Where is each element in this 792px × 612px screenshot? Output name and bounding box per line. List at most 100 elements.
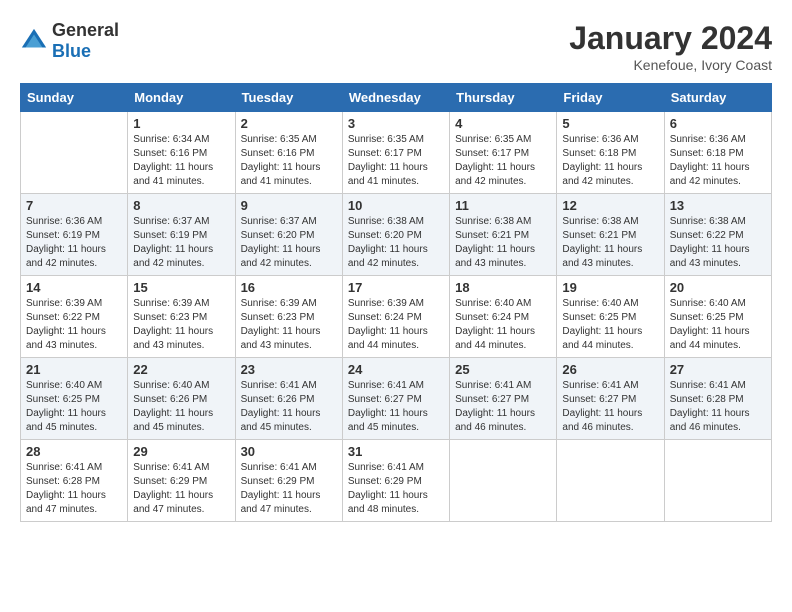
location-subtitle: Kenefoue, Ivory Coast — [569, 57, 772, 73]
day-info: Sunrise: 6:39 AMSunset: 6:24 PMDaylight:… — [348, 297, 444, 353]
day-number: 1 — [133, 116, 229, 131]
calendar-cell — [21, 112, 128, 194]
day-info: Sunrise: 6:35 AMSunset: 6:17 PMDaylight:… — [348, 133, 444, 189]
day-number: 20 — [670, 280, 766, 295]
calendar-cell: 28 Sunrise: 6:41 AMSunset: 6:28 PMDayligh… — [21, 440, 128, 522]
header-row: SundayMondayTuesdayWednesdayThursdayFrid… — [21, 84, 772, 112]
week-row-3: 14 Sunrise: 6:39 AMSunset: 6:22 PMDayligh… — [21, 276, 772, 358]
week-row-5: 28 Sunrise: 6:41 AMSunset: 6:28 PMDayligh… — [21, 440, 772, 522]
calendar-cell: 11Sunrise: 6:38 AMSunset: 6:21 PMDayligh… — [450, 194, 557, 276]
day-info: Sunrise: 6:34 AMSunset: 6:16 PMDaylight:… — [133, 133, 229, 189]
day-number: 17 — [348, 280, 444, 295]
day-number: 6 — [670, 116, 766, 131]
day-number: 14 — [26, 280, 122, 295]
calendar-cell: 26 Sunrise: 6:41 AMSunset: 6:27 PMDayligh… — [557, 358, 664, 440]
calendar-cell: 7Sunrise: 6:36 AMSunset: 6:19 PMDaylight… — [21, 194, 128, 276]
day-number: 22 — [133, 362, 229, 377]
header-thursday: Thursday — [450, 84, 557, 112]
day-info: Sunrise: 6:37 AMSunset: 6:20 PMDaylight:… — [241, 215, 337, 271]
day-number: 23 — [241, 362, 337, 377]
day-number: 27 — [670, 362, 766, 377]
day-number: 3 — [348, 116, 444, 131]
day-info: Sunrise: 6:41 AMSunset: 6:29 PMDaylight:… — [133, 461, 229, 517]
calendar-cell: 14 Sunrise: 6:39 AMSunset: 6:22 PMDayligh… — [21, 276, 128, 358]
calendar-cell: 31 Sunrise: 6:41 AMSunset: 6:29 PMDayligh… — [342, 440, 449, 522]
calendar-cell: 5 Sunrise: 6:36 AMSunset: 6:18 PMDaylight… — [557, 112, 664, 194]
header-tuesday: Tuesday — [235, 84, 342, 112]
day-number: 5 — [562, 116, 658, 131]
day-info: Sunrise: 6:40 AMSunset: 6:24 PMDaylight:… — [455, 297, 551, 353]
header-wednesday: Wednesday — [342, 84, 449, 112]
calendar-cell: 4Sunrise: 6:35 AMSunset: 6:17 PMDaylight… — [450, 112, 557, 194]
calendar-cell: 3 Sunrise: 6:35 AMSunset: 6:17 PMDaylight… — [342, 112, 449, 194]
calendar-cell — [450, 440, 557, 522]
header-monday: Monday — [128, 84, 235, 112]
logo: General Blue — [20, 20, 119, 62]
day-number: 9 — [241, 198, 337, 213]
day-number: 2 — [241, 116, 337, 131]
day-info: Sunrise: 6:40 AMSunset: 6:25 PMDaylight:… — [562, 297, 658, 353]
day-info: Sunrise: 6:39 AMSunset: 6:23 PMDaylight:… — [133, 297, 229, 353]
day-number: 26 — [562, 362, 658, 377]
day-number: 15 — [133, 280, 229, 295]
calendar-cell: 20Sunrise: 6:40 AMSunset: 6:25 PMDayligh… — [664, 276, 771, 358]
logo-text: General Blue — [52, 20, 119, 62]
calendar-cell: 24Sunrise: 6:41 AMSunset: 6:27 PMDayligh… — [342, 358, 449, 440]
week-row-4: 21 Sunrise: 6:40 AMSunset: 6:25 PMDayligh… — [21, 358, 772, 440]
week-row-2: 7Sunrise: 6:36 AMSunset: 6:19 PMDaylight… — [21, 194, 772, 276]
calendar-cell: 21 Sunrise: 6:40 AMSunset: 6:25 PMDayligh… — [21, 358, 128, 440]
week-row-1: 1 Sunrise: 6:34 AMSunset: 6:16 PMDaylight… — [21, 112, 772, 194]
calendar-cell: 13Sunrise: 6:38 AMSunset: 6:22 PMDayligh… — [664, 194, 771, 276]
calendar-cell: 12Sunrise: 6:38 AMSunset: 6:21 PMDayligh… — [557, 194, 664, 276]
day-number: 19 — [562, 280, 658, 295]
day-number: 10 — [348, 198, 444, 213]
day-number: 31 — [348, 444, 444, 459]
calendar-cell: 25 Sunrise: 6:41 AMSunset: 6:27 PMDayligh… — [450, 358, 557, 440]
day-info: Sunrise: 6:37 AMSunset: 6:19 PMDaylight:… — [133, 215, 229, 271]
calendar-cell: 18 Sunrise: 6:40 AMSunset: 6:24 PMDayligh… — [450, 276, 557, 358]
day-info: Sunrise: 6:38 AMSunset: 6:21 PMDaylight:… — [562, 215, 658, 271]
day-number: 25 — [455, 362, 551, 377]
day-info: Sunrise: 6:41 AMSunset: 6:27 PMDaylight:… — [562, 379, 658, 435]
calendar-cell: 6 Sunrise: 6:36 AMSunset: 6:18 PMDaylight… — [664, 112, 771, 194]
day-number: 30 — [241, 444, 337, 459]
day-info: Sunrise: 6:36 AMSunset: 6:19 PMDaylight:… — [26, 215, 122, 271]
logo-general: General — [52, 20, 119, 40]
calendar-cell: 27Sunrise: 6:41 AMSunset: 6:28 PMDayligh… — [664, 358, 771, 440]
day-info: Sunrise: 6:41 AMSunset: 6:28 PMDaylight:… — [26, 461, 122, 517]
page-header: General Blue January 2024 Kenefoue, Ivor… — [20, 20, 772, 73]
day-info: Sunrise: 6:36 AMSunset: 6:18 PMDaylight:… — [562, 133, 658, 189]
day-info: Sunrise: 6:40 AMSunset: 6:26 PMDaylight:… — [133, 379, 229, 435]
calendar-cell: 2Sunrise: 6:35 AMSunset: 6:16 PMDaylight… — [235, 112, 342, 194]
day-info: Sunrise: 6:38 AMSunset: 6:22 PMDaylight:… — [670, 215, 766, 271]
calendar-cell — [664, 440, 771, 522]
calendar-cell: 23Sunrise: 6:41 AMSunset: 6:26 PMDayligh… — [235, 358, 342, 440]
day-number: 21 — [26, 362, 122, 377]
day-info: Sunrise: 6:40 AMSunset: 6:25 PMDaylight:… — [26, 379, 122, 435]
logo-icon — [20, 27, 48, 55]
day-info: Sunrise: 6:38 AMSunset: 6:21 PMDaylight:… — [455, 215, 551, 271]
calendar-cell — [557, 440, 664, 522]
day-number: 28 — [26, 444, 122, 459]
day-number: 18 — [455, 280, 551, 295]
calendar-cell: 8Sunrise: 6:37 AMSunset: 6:19 PMDaylight… — [128, 194, 235, 276]
logo-blue: Blue — [52, 41, 91, 61]
calendar-cell: 15 Sunrise: 6:39 AMSunset: 6:23 PMDayligh… — [128, 276, 235, 358]
title-block: January 2024 Kenefoue, Ivory Coast — [569, 20, 772, 73]
day-info: Sunrise: 6:39 AMSunset: 6:23 PMDaylight:… — [241, 297, 337, 353]
day-info: Sunrise: 6:36 AMSunset: 6:18 PMDaylight:… — [670, 133, 766, 189]
day-info: Sunrise: 6:39 AMSunset: 6:22 PMDaylight:… — [26, 297, 122, 353]
calendar-cell: 9 Sunrise: 6:37 AMSunset: 6:20 PMDaylight… — [235, 194, 342, 276]
day-info: Sunrise: 6:41 AMSunset: 6:29 PMDaylight:… — [348, 461, 444, 517]
header-saturday: Saturday — [664, 84, 771, 112]
day-number: 16 — [241, 280, 337, 295]
calendar-cell: 10 Sunrise: 6:38 AMSunset: 6:20 PMDayligh… — [342, 194, 449, 276]
header-friday: Friday — [557, 84, 664, 112]
day-info: Sunrise: 6:41 AMSunset: 6:27 PMDaylight:… — [455, 379, 551, 435]
day-info: Sunrise: 6:41 AMSunset: 6:27 PMDaylight:… — [348, 379, 444, 435]
calendar-cell: 17 Sunrise: 6:39 AMSunset: 6:24 PMDayligh… — [342, 276, 449, 358]
day-info: Sunrise: 6:35 AMSunset: 6:17 PMDaylight:… — [455, 133, 551, 189]
day-number: 29 — [133, 444, 229, 459]
day-info: Sunrise: 6:38 AMSunset: 6:20 PMDaylight:… — [348, 215, 444, 271]
calendar-cell: 29 Sunrise: 6:41 AMSunset: 6:29 PMDayligh… — [128, 440, 235, 522]
